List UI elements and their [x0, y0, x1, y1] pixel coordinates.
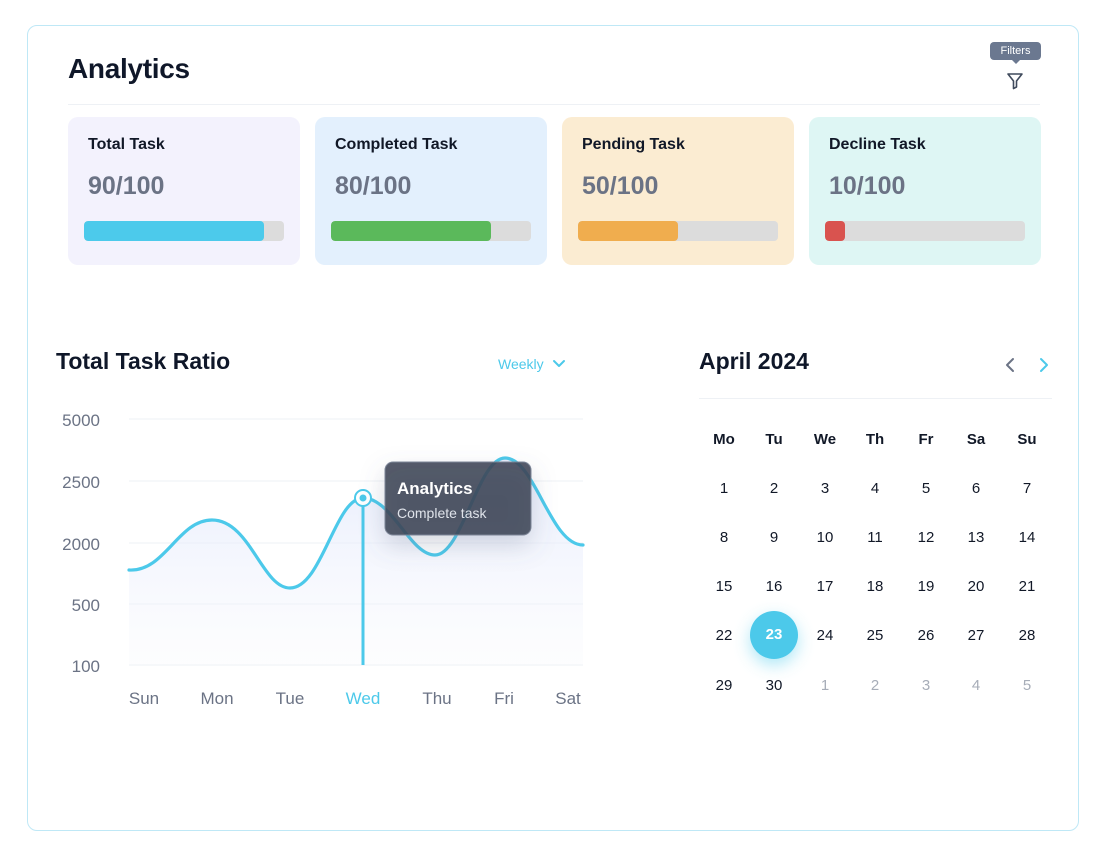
stat-card-label: Decline Task [829, 136, 926, 153]
calendar-day[interactable]: 7 [1007, 480, 1047, 497]
calendar-day[interactable]: 3 [805, 480, 845, 497]
weekday-label: Fr [918, 431, 934, 448]
x-tick-label: Wed [346, 689, 381, 708]
y-tick-label: 100 [72, 657, 100, 676]
calendar-day[interactable]: 27 [956, 627, 996, 644]
calendar-title: April 2024 [699, 348, 809, 374]
weekday-label: Sa [966, 431, 986, 448]
calendar-day[interactable]: 8 [704, 529, 744, 546]
calendar-day[interactable]: 14 [1007, 529, 1047, 546]
calendar-day[interactable]: 3 [906, 677, 946, 694]
calendar-day[interactable]: 10 [805, 529, 845, 546]
calendar-day[interactable]: 11 [855, 529, 895, 546]
calendar-day[interactable]: 12 [906, 529, 946, 546]
calendar-day[interactable]: 29 [704, 677, 744, 694]
calendar-day[interactable]: 24 [805, 627, 845, 644]
highlight-point-core [359, 494, 367, 502]
calendar-day[interactable]: 5 [906, 480, 946, 497]
x-tick-label: Tue [276, 689, 305, 708]
calendar-day[interactable]: 20 [956, 578, 996, 595]
y-tick-label: 5000 [62, 411, 100, 430]
next-month-button[interactable] [1033, 354, 1055, 376]
calendar-day[interactable]: 4 [956, 677, 996, 694]
y-axis: 5000 2500 2000 500 100 [62, 411, 100, 676]
calendar-day[interactable]: 2 [754, 480, 794, 497]
calendar-day[interactable]: 9 [754, 529, 794, 546]
calendar-day[interactable]: 18 [855, 578, 895, 595]
filter-icon [1007, 73, 1023, 90]
calendar-day[interactable]: 19 [906, 578, 946, 595]
x-tick-label: Thu [422, 689, 451, 708]
filter-button[interactable] [1004, 70, 1026, 92]
calendar-day[interactable]: 6 [956, 480, 996, 497]
y-tick-label: 2500 [62, 473, 100, 492]
calendar-day[interactable]: 15 [704, 578, 744, 595]
calendar-day[interactable]: 2 [855, 677, 895, 694]
chart-tooltip-title: Analytics [397, 479, 473, 498]
weekday-label: We [813, 431, 837, 448]
weekday-label: Tu [765, 431, 783, 448]
weekday-label: Th [865, 431, 885, 448]
calendar-day[interactable]: 16 [754, 578, 794, 595]
x-tick-label: Sun [129, 689, 159, 708]
progress-bar [825, 221, 1025, 241]
weekday-label: Su [1017, 431, 1037, 448]
calendar-day[interactable]: 22 [704, 627, 744, 644]
chevron-right-icon [1040, 358, 1048, 372]
chart-tooltip [384, 461, 532, 536]
chart-tooltip-subtitle: Complete task [397, 505, 487, 521]
progress-bar-fill [825, 221, 845, 241]
filters-tooltip: Filters [990, 42, 1041, 64]
calendar-day[interactable]: 5 [1007, 677, 1047, 694]
stat-card: Decline Task 10/100 [809, 117, 1041, 265]
task-ratio-chart: 5000 2500 2000 500 100 Analytics Complete ta… [62, 411, 585, 708]
calendar-day[interactable]: 21 [1007, 578, 1047, 595]
calendar-day[interactable]: 30 [754, 677, 794, 694]
calendar-day[interactable]: 1 [704, 480, 744, 497]
y-tick-label: 500 [72, 596, 100, 615]
x-tick-label: Sat [555, 689, 581, 708]
calendar-day[interactable]: 1 [805, 677, 845, 694]
stat-card-value: 10/100 [829, 172, 906, 200]
x-tick-label: Mon [200, 689, 233, 708]
calendar-day[interactable]: 25 [855, 627, 895, 644]
calendar-divider [699, 398, 1052, 399]
x-tick-label: Fri [494, 689, 514, 708]
calendar-day[interactable]: 28 [1007, 627, 1047, 644]
x-axis: Sun Mon Tue Wed Thu Fri Sat [129, 689, 581, 708]
prev-month-button[interactable] [999, 354, 1021, 376]
calendar-day[interactable]: 17 [805, 578, 845, 595]
weekday-label: Mo [713, 431, 735, 448]
calendar-day[interactable]: 26 [906, 627, 946, 644]
y-tick-label: 2000 [62, 535, 100, 554]
calendar-day-selected[interactable]: 23 [750, 611, 798, 659]
calendar-day[interactable]: 13 [956, 529, 996, 546]
chevron-left-icon [1006, 358, 1014, 372]
calendar-day[interactable]: 4 [855, 480, 895, 497]
